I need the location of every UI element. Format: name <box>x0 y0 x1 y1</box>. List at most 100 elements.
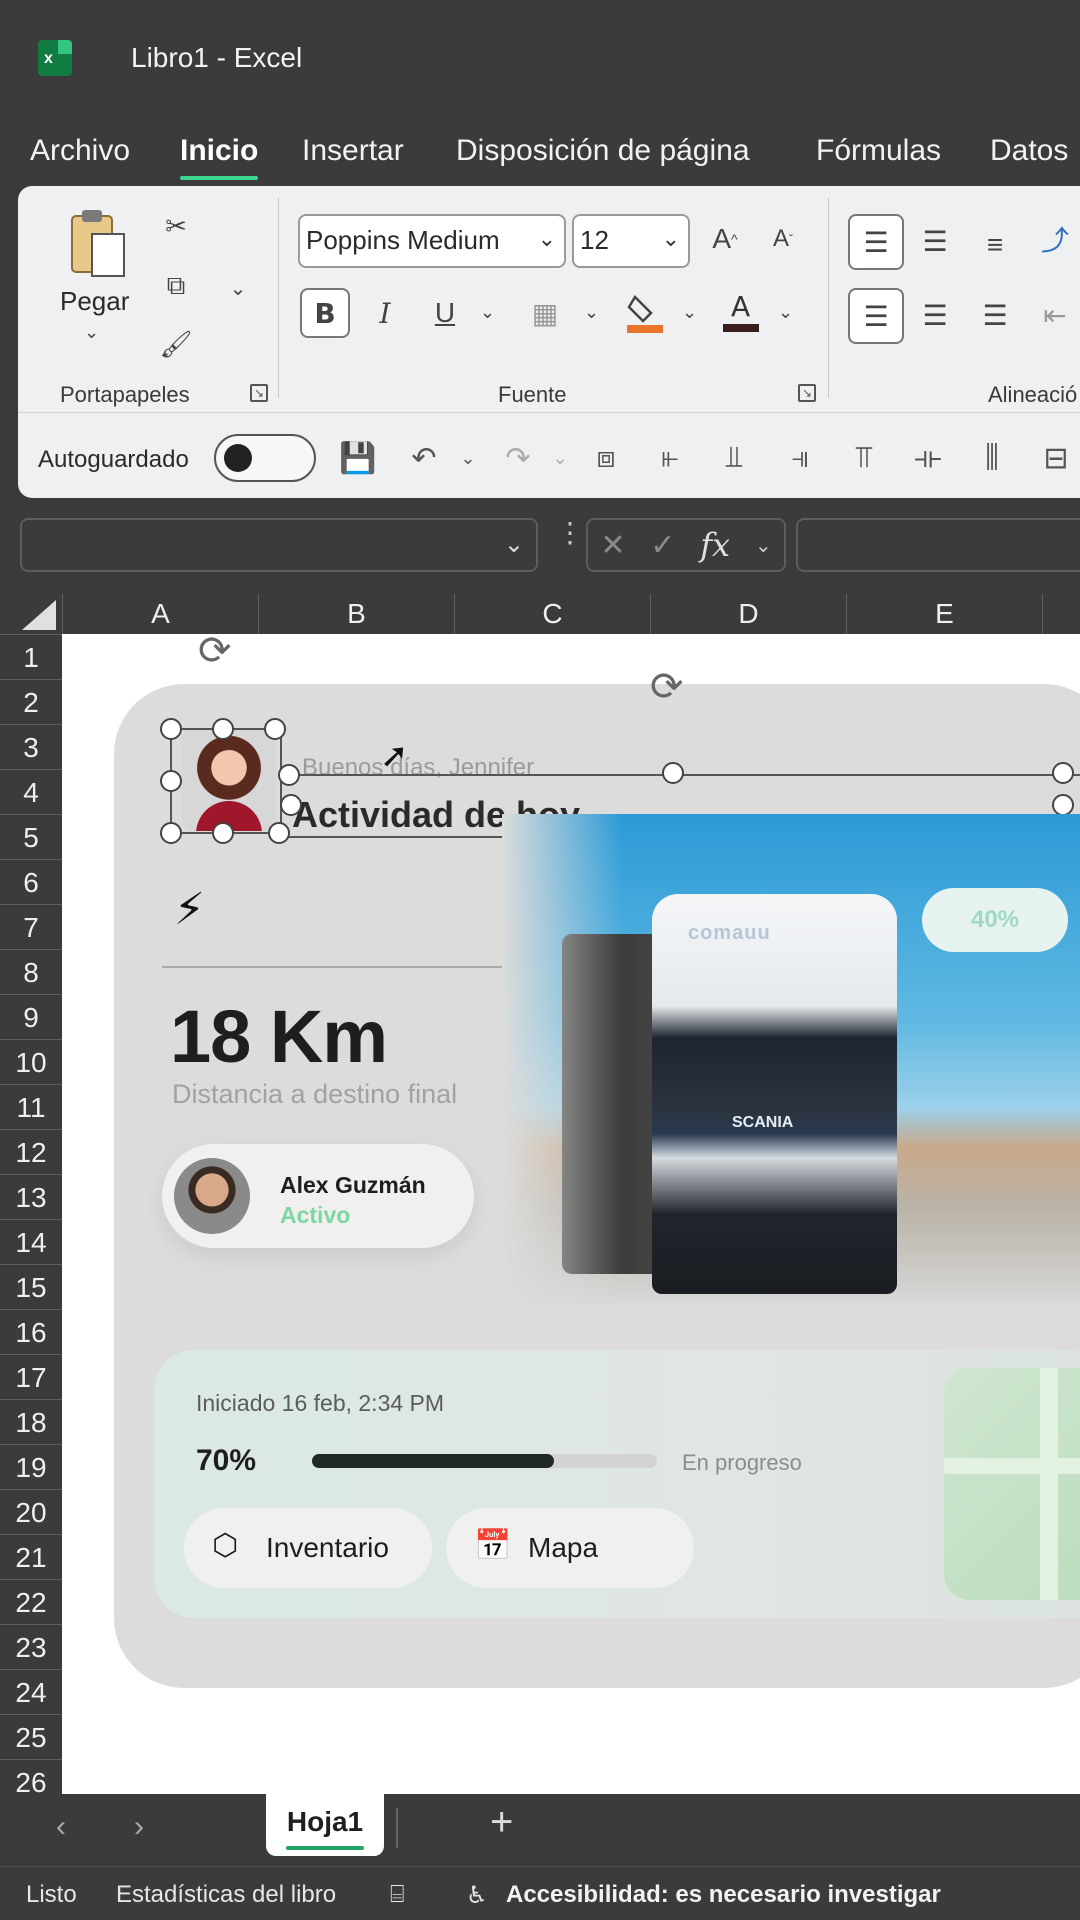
resize-handle[interactable] <box>1052 794 1074 816</box>
tab-insertar[interactable]: Insertar <box>302 134 404 168</box>
font-name-dropdown[interactable]: Poppins Medium ⌄ <box>298 214 566 268</box>
row-header[interactable]: 18 <box>0 1399 62 1444</box>
borders-icon[interactable]: ▦ <box>520 288 570 338</box>
chevron-left-icon[interactable]: ‹ <box>56 1810 66 1844</box>
insert-function-button[interactable]: fx <box>700 526 730 564</box>
align-right-icon[interactable]: ☰ <box>970 290 1020 340</box>
tab-formulas[interactable]: Fórmulas <box>816 134 941 168</box>
chevron-down-icon[interactable]: ⌄ <box>218 268 258 308</box>
row-header[interactable]: 25 <box>0 1714 62 1759</box>
row-header[interactable]: 5 <box>0 814 62 859</box>
macro-recording-icon[interactable]: ⌸ <box>390 1881 404 1909</box>
chevron-down-icon[interactable]: ⌄ <box>682 302 697 323</box>
row-header[interactable]: 1 <box>0 634 62 679</box>
row-header[interactable]: 20 <box>0 1489 62 1534</box>
decrease-indent-icon[interactable]: ⇤ <box>1030 290 1080 340</box>
workbook-stats-button[interactable]: Estadísticas del libro <box>116 1881 336 1909</box>
select-all-button[interactable] <box>22 600 56 630</box>
accessibility-status[interactable]: Accesibilidad: es necesario investigar <box>506 1881 941 1909</box>
distribute-icon[interactable]: ⫼ <box>970 436 1014 480</box>
row-header[interactable]: 19 <box>0 1444 62 1489</box>
font-color-icon[interactable]: A <box>716 286 766 336</box>
paste-icon[interactable] <box>68 208 128 280</box>
align-center-icon[interactable]: ☰ <box>910 290 960 340</box>
resize-handle[interactable] <box>278 764 300 786</box>
column-header-next[interactable] <box>1042 594 1080 634</box>
column-header-a[interactable]: A <box>62 594 258 634</box>
group-objects-icon[interactable]: ⊟ <box>1034 436 1078 480</box>
row-header[interactable]: 8 <box>0 949 62 994</box>
sheet-tab-hoja1[interactable]: Hoja1 <box>266 1794 384 1856</box>
dialog-launcher-icon[interactable]: ↘ <box>798 384 816 402</box>
row-header[interactable]: 26 <box>0 1759 62 1794</box>
row-header[interactable]: 11 <box>0 1084 62 1129</box>
save-icon[interactable]: 💾 <box>336 436 380 480</box>
format-painter-icon[interactable]: 🖌 <box>156 324 196 364</box>
column-header-e[interactable]: E <box>846 594 1042 634</box>
chevron-down-icon[interactable]: ⌄ <box>504 530 524 559</box>
bold-button[interactable]: B <box>300 288 350 338</box>
add-sheet-button[interactable]: + <box>490 1800 513 1845</box>
center-objects-icon[interactable]: ⟛ <box>906 436 950 480</box>
chevron-down-icon[interactable]: ⌄ <box>778 302 793 323</box>
row-header[interactable]: 2 <box>0 679 62 724</box>
autosave-toggle[interactable] <box>214 434 316 482</box>
tab-datos[interactable]: Datos <box>990 134 1068 168</box>
align-top-icon[interactable]: ☰ <box>848 214 904 270</box>
paste-button-label[interactable]: Pegar <box>60 286 129 317</box>
font-size-dropdown[interactable]: 12 ⌄ <box>572 214 690 268</box>
row-header[interactable]: 10 <box>0 1039 62 1084</box>
chevron-down-icon[interactable]: ⌄ <box>538 436 582 480</box>
resize-handle[interactable] <box>160 770 182 792</box>
row-header[interactable]: 7 <box>0 904 62 949</box>
align-bottom-objects-icon[interactable]: ⫫ <box>712 436 756 480</box>
align-bottom-icon[interactable]: ≡ <box>970 220 1020 270</box>
orientation-icon[interactable]: ⤴ <box>1030 214 1080 264</box>
map-button[interactable]: 📅 Mapa <box>446 1508 694 1588</box>
column-header-b[interactable]: B <box>258 594 454 634</box>
inventory-button[interactable]: ⬡ Inventario <box>184 1508 432 1588</box>
formula-input[interactable] <box>796 518 1080 572</box>
cancel-icon[interactable]: ✕ <box>600 528 625 563</box>
row-header[interactable]: 9 <box>0 994 62 1039</box>
tab-archivo[interactable]: Archivo <box>30 134 130 168</box>
map-thumbnail[interactable] <box>944 1368 1080 1600</box>
more-options-icon[interactable]: ⋮ <box>556 519 584 547</box>
row-header[interactable]: 12 <box>0 1129 62 1174</box>
row-header[interactable]: 14 <box>0 1219 62 1264</box>
resize-handle[interactable] <box>212 822 234 844</box>
resize-handle[interactable] <box>264 718 286 740</box>
italic-button[interactable]: I <box>360 288 410 338</box>
align-objects-left-icon[interactable]: ⫦ <box>648 436 692 480</box>
tab-inicio[interactable]: Inicio <box>180 134 259 180</box>
row-header[interactable]: 15 <box>0 1264 62 1309</box>
rotate-handle-icon[interactable]: ⟳ <box>198 634 232 674</box>
row-header[interactable]: 21 <box>0 1534 62 1579</box>
decrease-font-icon[interactable]: Aˇ <box>758 214 808 264</box>
resize-handle[interactable] <box>280 794 302 816</box>
row-header[interactable]: 17 <box>0 1354 62 1399</box>
column-header-d[interactable]: D <box>650 594 846 634</box>
resize-handle[interactable] <box>160 718 182 740</box>
align-left-icon[interactable]: ☰ <box>848 288 904 344</box>
resize-handle[interactable] <box>212 718 234 740</box>
rotate-handle-icon[interactable]: ⟳ <box>650 664 684 710</box>
driver-card[interactable]: Alex Guzmán Activo <box>162 1144 474 1248</box>
row-header[interactable]: 16 <box>0 1309 62 1354</box>
resize-handle[interactable] <box>662 762 684 784</box>
chevron-down-icon[interactable]: ⌄ <box>584 302 599 323</box>
confirm-icon[interactable]: ✓ <box>650 528 675 563</box>
tab-disposicion[interactable]: Disposición de página <box>456 134 750 168</box>
chevron-down-icon[interactable]: ⌄ <box>446 436 490 480</box>
chevron-down-icon[interactable]: ⌄ <box>755 533 772 558</box>
chevron-right-icon[interactable]: › <box>134 1810 144 1844</box>
cut-icon[interactable]: ✂ <box>156 206 196 246</box>
increase-font-icon[interactable]: A ^ <box>700 214 750 264</box>
fill-color-icon[interactable] <box>620 288 670 338</box>
align-top-objects-icon[interactable]: ⫪ <box>842 436 886 480</box>
copy-icon[interactable]: ⧉ <box>156 266 196 306</box>
row-header[interactable]: 24 <box>0 1669 62 1714</box>
row-header[interactable]: 13 <box>0 1174 62 1219</box>
underline-button[interactable]: U <box>420 288 470 338</box>
row-header[interactable]: 4 <box>0 769 62 814</box>
